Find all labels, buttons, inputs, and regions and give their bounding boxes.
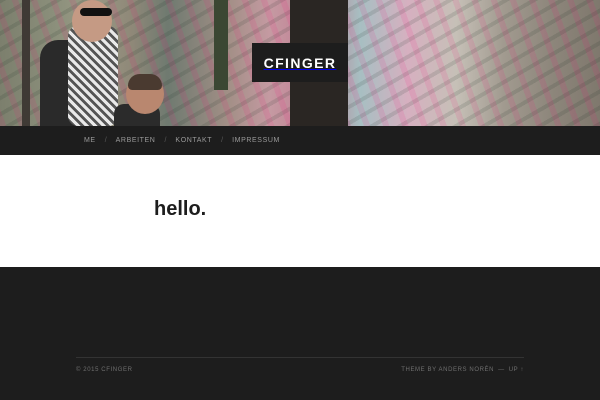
pole (22, 0, 30, 126)
site-header: CFINGER ME / ARBEITEN / KONTAKT / IMPRES… (0, 0, 600, 155)
nav-item-kontakt[interactable]: KONTAKT (175, 137, 212, 144)
site-title: CFINGER (263, 54, 337, 71)
main-navigation: ME / ARBEITEN / KONTAKT / IMPRESSUM (0, 126, 600, 155)
site-footer: © 2015 CFINGER THEME BY ANDERS NORÉN — U… (0, 267, 600, 400)
main-content: hello. (0, 155, 600, 267)
nav-separator: / (104, 137, 107, 144)
window (214, 0, 228, 90)
footer-divider (76, 357, 524, 358)
second-person-hair (128, 74, 162, 90)
person-head (72, 0, 112, 42)
back-to-top-link[interactable]: UP ↑ (509, 367, 524, 373)
header-photo: CFINGER (0, 0, 600, 126)
credits-separator: — (498, 367, 505, 373)
nav-separator: / (164, 137, 167, 144)
site-title-link[interactable]: CFINGER (252, 43, 348, 82)
nav-separator: / (221, 137, 224, 144)
theme-credit-link[interactable]: THEME BY ANDERS NORÉN (401, 367, 494, 373)
nav-item-arbeiten[interactable]: ARBEITEN (116, 137, 156, 144)
nav-item-me[interactable]: ME (84, 137, 96, 144)
nav-item-impressum[interactable]: IMPRESSUM (232, 137, 280, 144)
post-title: hello. (154, 198, 207, 220)
footer-credits: THEME BY ANDERS NORÉN — UP ↑ (401, 367, 524, 373)
copyright: © 2015 CFINGER (76, 367, 133, 373)
sunglasses (80, 8, 112, 16)
